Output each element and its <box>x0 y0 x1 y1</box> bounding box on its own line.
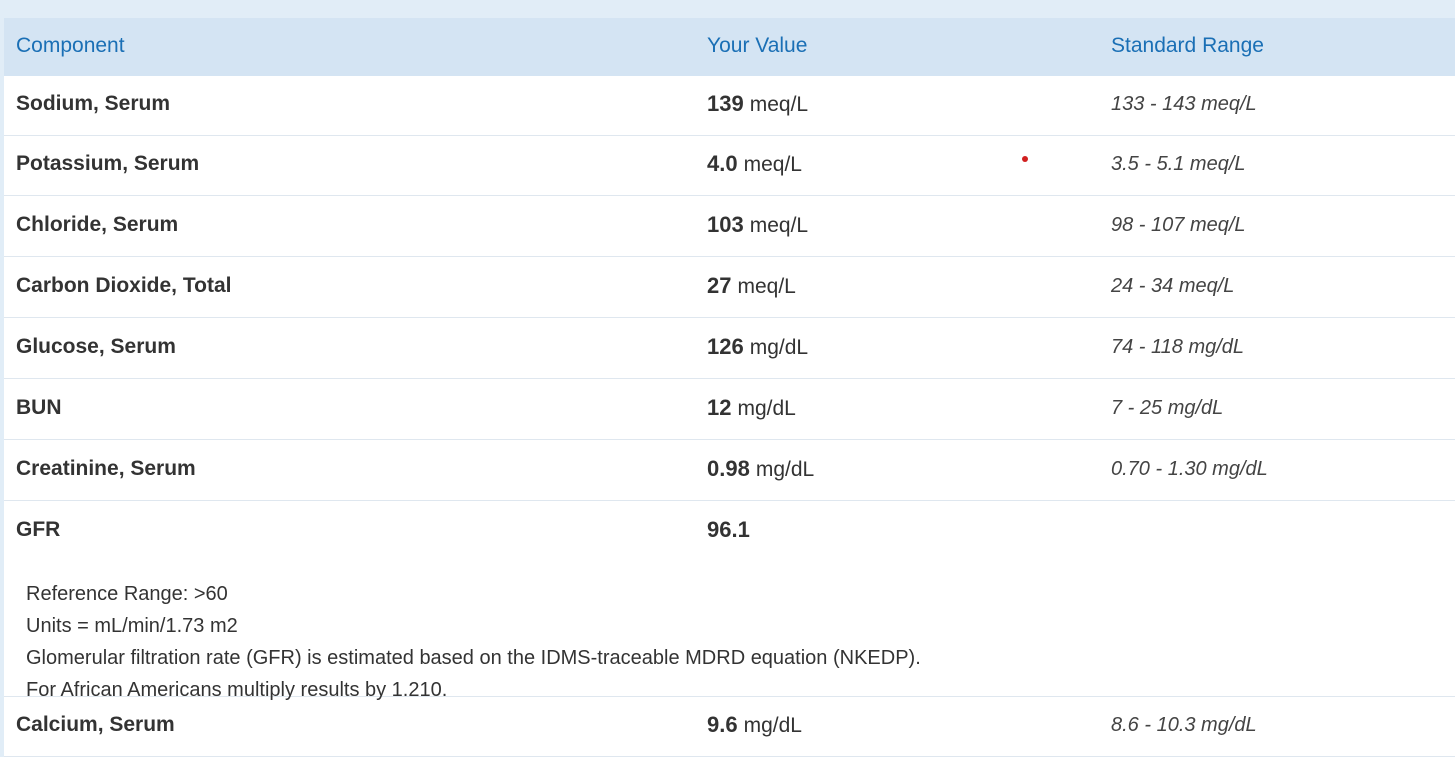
table-row: Calcium, Serum 9.6 mg/dL 8.6 - 10.3 mg/dL <box>4 697 1455 757</box>
value-number: 9.6 <box>707 712 738 737</box>
component-name: Sodium, Serum <box>16 92 171 115</box>
top-band <box>0 0 1455 18</box>
standard-range: 7 - 25 mg/dL <box>1111 397 1224 419</box>
your-value: 4.0 meq/L <box>707 151 802 177</box>
note-line: Glomerular filtration rate (GFR) is esti… <box>26 647 921 669</box>
value-unit: mg/dL <box>749 336 809 359</box>
table-row: Sodium, Serum 139 meq/L 133 - 143 meq/L <box>4 76 1455 136</box>
standard-range: 3.5 - 5.1 meq/L <box>1111 153 1246 175</box>
value-unit: mg/dL <box>743 714 802 737</box>
value-unit: meq/L <box>743 153 802 176</box>
value-number: 126 <box>707 334 744 359</box>
table-row: Carbon Dioxide, Total 27 meq/L 24 - 34 me… <box>4 258 1455 318</box>
value-number: 27 <box>707 273 732 298</box>
value-number: 12 <box>707 395 732 420</box>
value-number: 96.1 <box>707 517 750 542</box>
standard-range: 8.6 - 10.3 mg/dL <box>1111 714 1257 736</box>
value-number: 103 <box>707 212 744 237</box>
standard-range: 98 - 107 meq/L <box>1111 214 1246 236</box>
note-line: Units = mL/min/1.73 m2 <box>26 615 238 637</box>
your-value: 96.1 <box>707 517 750 543</box>
your-value: 12 mg/dL <box>707 395 796 421</box>
component-name: Potassium, Serum <box>16 152 200 175</box>
indicator-dot <box>1022 156 1028 162</box>
component-name: Glucose, Serum <box>16 335 176 358</box>
component-name: BUN <box>16 396 62 419</box>
component-name: Calcium, Serum <box>16 713 175 736</box>
your-value: 27 meq/L <box>707 273 796 299</box>
table-row: Potassium, Serum 4.0 meq/L 3.5 - 5.1 meq/… <box>4 136 1455 196</box>
your-value: 103 meq/L <box>707 212 808 238</box>
table-row: Chloride, Serum 103 meq/L 98 - 107 meq/L <box>4 197 1455 257</box>
table-row-gfr: GFR 96.1 Reference Range: >60 Units = mL… <box>4 502 1455 701</box>
note-line: Reference Range: >60 <box>26 583 228 605</box>
your-value: 9.6 mg/dL <box>707 712 802 738</box>
value-unit: meq/L <box>749 214 809 237</box>
value-unit: meq/L <box>749 93 809 116</box>
lab-results-table: Component Your Value Standard Range Sodi… <box>0 18 1455 757</box>
component-name: GFR <box>16 518 61 541</box>
your-value: 126 mg/dL <box>707 334 808 360</box>
table-header: Component Your Value Standard Range <box>4 18 1455 76</box>
value-unit: mg/dL <box>755 458 815 481</box>
value-unit: meq/L <box>737 275 796 298</box>
value-number: 4.0 <box>707 151 738 176</box>
header-standard-range: Standard Range <box>1111 34 1264 57</box>
table-row: BUN 12 mg/dL 7 - 25 mg/dL <box>4 380 1455 440</box>
standard-range: 133 - 143 meq/L <box>1111 93 1257 115</box>
value-unit: mg/dL <box>737 397 796 420</box>
table-row: Creatinine, Serum 0.98 mg/dL 0.70 - 1.30 … <box>4 441 1455 501</box>
standard-range: 74 - 118 mg/dL <box>1111 336 1245 358</box>
value-number: 139 <box>707 91 744 116</box>
component-name: Creatinine, Serum <box>16 457 196 480</box>
value-number: 0.98 <box>707 456 750 481</box>
gfr-reference-note: Reference Range: >60 Units = mL/min/1.73… <box>26 578 921 706</box>
table-row: Glucose, Serum 126 mg/dL 74 - 118 mg/dL <box>4 319 1455 379</box>
header-your-value: Your Value <box>707 34 808 57</box>
component-name: Chloride, Serum <box>16 213 179 236</box>
component-name: Carbon Dioxide, Total <box>16 274 232 297</box>
your-value: 139 meq/L <box>707 91 808 117</box>
standard-range: 24 - 34 meq/L <box>1111 275 1235 297</box>
standard-range: 0.70 - 1.30 mg/dL <box>1111 458 1268 480</box>
your-value: 0.98 mg/dL <box>707 456 814 482</box>
header-component: Component <box>16 34 125 57</box>
